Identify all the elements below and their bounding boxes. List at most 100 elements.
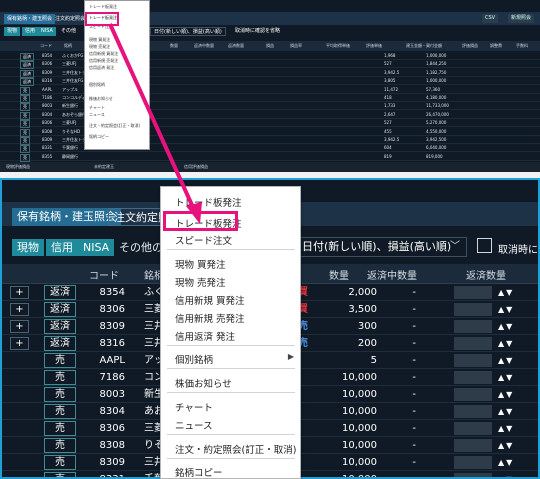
thumb-table-row[interactable]: 売 AAPL アップル 11,472 57,360 <box>0 86 540 95</box>
sell-button[interactable]: 売 <box>44 387 76 402</box>
quantity-stepper-icon[interactable]: ▲▼ <box>498 403 514 420</box>
thumb-table-row[interactable]: 売 8304 あおぞら銀行 2,647 26,470,000 <box>0 111 540 120</box>
sell-button[interactable]: 売 <box>44 455 76 470</box>
menu-item-copy-code[interactable]: 銘柄コピー <box>175 465 223 479</box>
thumb-menu-item[interactable]: 注文・約定照会(訂正・取消) <box>89 123 140 129</box>
repay-quantity-input[interactable] <box>454 456 492 469</box>
thumb-tab-holdings[interactable]: 保有銘柄・建玉照会 <box>4 14 56 24</box>
thumb-menu-item[interactable]: 個別銘柄 <box>89 82 105 88</box>
menu-item-spot-sell[interactable]: 現物 売発注 <box>175 275 226 289</box>
sell-button[interactable]: 売 <box>44 353 76 368</box>
menu-item-spot-buy[interactable]: 現物 買発注 <box>175 257 226 271</box>
repay-quantity-input[interactable] <box>454 405 492 418</box>
menu-item-individual-stock[interactable]: 個別銘柄 <box>175 352 213 366</box>
thumb-table-row[interactable]: 返済 8309 三井住友トラ 3,942.5 1,182,750 <box>0 69 540 78</box>
thumb-filter-other[interactable]: その他 <box>58 27 79 36</box>
thumb-menu-item[interactable]: 信用返済 発注 <box>89 65 114 71</box>
menu-item-order-inquiry[interactable]: 注文・約定照会(訂正・取消) <box>175 442 296 456</box>
thumb-table-row[interactable]: 返済 8306 三菱UFJ 527 1,844,250 <box>0 60 540 70</box>
repay-quantity-input[interactable] <box>454 337 492 350</box>
menu-item-price-alert[interactable]: 株価お知らせ <box>175 376 232 390</box>
thumb-menu-item[interactable]: トレード板発注 <box>89 4 117 10</box>
thumb-menu-item[interactable]: 銘柄コピー <box>89 134 109 140</box>
sell-button[interactable]: 売 <box>44 472 76 477</box>
repay-quantity-input[interactable] <box>454 439 492 452</box>
thumb-row-name: 三菱UFJ <box>62 120 77 126</box>
row-quantity: 10,000 <box>342 389 377 400</box>
repay-quantity-input[interactable] <box>454 473 492 477</box>
thumb-menu-item[interactable]: 株価お知らせ <box>89 96 113 102</box>
thumb-menu-item[interactable]: チャート <box>89 105 105 111</box>
thumb-table-row[interactable]: 売 8306 三菱UFJ 527 5,270,000 <box>0 119 540 129</box>
repay-button[interactable]: 返済 <box>44 336 76 351</box>
thumb-filter-genbutsu[interactable]: 現物 <box>4 27 21 36</box>
repay-quantity-input[interactable] <box>454 354 492 367</box>
confirm-checkbox-label: 取消時に確 <box>498 245 538 256</box>
filter-genbutsu-button[interactable]: 現物 <box>12 239 44 256</box>
sell-button[interactable]: 売 <box>44 438 76 453</box>
quantity-stepper-icon[interactable]: ▲▼ <box>498 284 514 301</box>
expand-button[interactable]: + <box>10 286 29 299</box>
quantity-stepper-icon[interactable]: ▲▼ <box>498 335 514 352</box>
filter-shinyo-button[interactable]: 信用 <box>46 239 78 256</box>
repay-quantity-input[interactable] <box>454 320 492 333</box>
thumb-menu-item[interactable]: ニュース <box>89 112 105 118</box>
thumb-csv-button[interactable]: CSV <box>482 14 499 23</box>
thumb-refresh-button[interactable]: 新規照会 <box>508 14 535 23</box>
repay-quantity-input[interactable] <box>454 286 492 299</box>
thumb-table-row[interactable]: 返済 8354 ふくおかFG 1,968 1,000,000 <box>0 52 540 61</box>
quantity-stepper-icon[interactable]: ▲▼ <box>498 352 514 369</box>
thumb-table-row[interactable]: 売 8355 静岡銀行 819 819,000 <box>0 153 540 162</box>
thumb-table-row[interactable]: 返済 8316 三井住友FG 3,805 1,000,000 <box>0 77 540 87</box>
menu-item-margin-repay[interactable]: 信用返済 発注 <box>175 329 235 343</box>
repay-button[interactable]: 返済 <box>44 319 76 334</box>
thumb-filter-nisa[interactable]: NISA <box>38 27 56 36</box>
thumb-table-row[interactable]: 売 8003 新生銀行 1,733 11,733,000 <box>0 102 540 112</box>
expand-button[interactable]: + <box>10 320 29 333</box>
sell-button[interactable]: 売 <box>44 421 76 436</box>
confirm-checkbox[interactable] <box>477 238 492 253</box>
menu-item-margin-buy[interactable]: 信用新規 買発注 <box>175 293 245 307</box>
thumb-table-row[interactable]: 売 8331 千葉銀行 604 6,040,000 <box>0 144 540 154</box>
thumb-tab-orders[interactable]: 注文約定照会 <box>52 14 88 24</box>
repay-quantity-input[interactable] <box>454 303 492 316</box>
sell-button[interactable]: 売 <box>44 370 76 385</box>
thumb-menu-item[interactable]: 現物 売発注 <box>89 44 110 50</box>
thumb-menu-item[interactable]: 現物 買発注 <box>89 37 110 43</box>
thumb-table-row[interactable]: 売 8308 りそなHD 455 4,550,000 <box>0 128 540 137</box>
thumb-menu-item[interactable]: 信用新規 売発注 <box>89 58 118 64</box>
thumb-menu-item[interactable]: 信用新規 買発注 <box>89 51 118 57</box>
quantity-stepper-icon[interactable]: ▲▼ <box>498 318 514 335</box>
thumb-row-name: あおぞら銀行 <box>62 111 86 117</box>
repay-quantity-input[interactable] <box>454 371 492 384</box>
menu-item-trade-board-1[interactable]: トレード板発注 <box>175 195 242 209</box>
repay-button[interactable]: 返済 <box>44 302 76 317</box>
repay-quantity-input[interactable] <box>454 388 492 401</box>
expand-button[interactable]: + <box>10 303 29 316</box>
thumb-filter-shinyo[interactable]: 信用 <box>22 27 39 36</box>
quantity-stepper-icon[interactable]: ▲▼ <box>498 386 514 403</box>
row-code: 8316 <box>99 338 125 349</box>
tab-holdings[interactable]: 保有銘柄・建玉照会 <box>12 208 121 226</box>
expand-button[interactable]: + <box>10 337 29 350</box>
thumb-table-row[interactable]: 売 8309 三井住友トラ 3,942.5 3,942,500 <box>0 136 540 145</box>
thumb-table-row[interactable]: 売 7186 コンコルディア 418 4,180,000 <box>0 94 540 103</box>
quantity-stepper-icon[interactable]: ▲▼ <box>498 471 514 477</box>
menu-item-chart[interactable]: チャート <box>175 400 213 414</box>
menu-item-margin-sell[interactable]: 信用新規 売発注 <box>175 311 245 325</box>
repay-button[interactable]: 返済 <box>44 285 76 300</box>
thumb-sort-select[interactable]: 日付(新しい順)、損益(高い順) <box>150 27 226 36</box>
repay-quantity-input[interactable] <box>454 422 492 435</box>
menu-item-news[interactable]: ニュース <box>175 418 213 432</box>
menu-item-speed-order[interactable]: スピード注文 <box>175 233 232 247</box>
sort-select[interactable]: 日付(新しい順)、損益(高い順) ﹀ <box>297 237 467 257</box>
thumb-row-action-button[interactable]: 売 <box>20 153 30 162</box>
quantity-stepper-icon[interactable]: ▲▼ <box>498 301 514 318</box>
quantity-stepper-icon[interactable]: ▲▼ <box>498 454 514 471</box>
quantity-stepper-icon[interactable]: ▲▼ <box>498 369 514 386</box>
quantity-stepper-icon[interactable]: ▲▼ <box>498 420 514 437</box>
quantity-stepper-icon[interactable]: ▲▼ <box>498 437 514 454</box>
sell-button[interactable]: 売 <box>44 404 76 419</box>
filter-nisa-button[interactable]: NISA <box>78 239 115 256</box>
thumb-row-amount: 1,182,750 <box>426 69 447 75</box>
